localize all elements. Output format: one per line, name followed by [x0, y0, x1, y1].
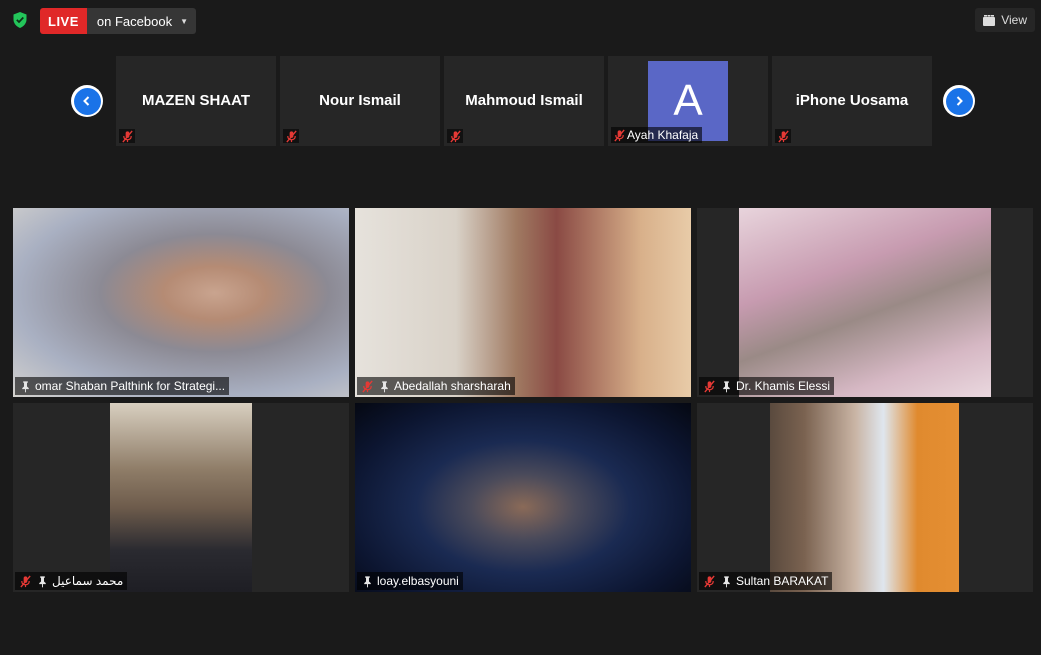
view-grid-icon [983, 14, 996, 26]
muted-mic-icon [119, 129, 135, 143]
participant-name-label: Dr. Khamis Elessi [699, 377, 835, 395]
muted-mic-icon [360, 379, 374, 393]
participant-tile[interactable]: MAZEN SHAAT [116, 56, 276, 146]
video-tile[interactable]: محمد سماعيل [13, 403, 349, 592]
pin-icon [719, 574, 733, 588]
pin-icon [35, 574, 49, 588]
top-bar: LIVE on Facebook ▼ View [0, 0, 1041, 42]
muted-mic-icon [283, 129, 299, 143]
previous-page-button[interactable] [71, 85, 103, 117]
participant-name-label: محمد سماعيل [15, 572, 128, 590]
video-tile[interactable]: Sultan BARAKAT [697, 403, 1033, 592]
muted-mic-icon [702, 379, 716, 393]
participant-name-label: Abedallah sharsharah [357, 377, 515, 395]
participant-name: Abedallah sharsharah [394, 379, 511, 393]
view-label: View [1001, 13, 1027, 27]
pin-icon [377, 379, 391, 393]
chevron-left-icon [83, 96, 90, 106]
participant-tile[interactable]: Mahmoud Ismail [444, 56, 604, 146]
participant-name: Nour Ismail [319, 92, 401, 109]
participant-name-label: Ayah Khafaja [611, 127, 703, 143]
participant-name: Mahmoud Ismail [465, 92, 583, 109]
muted-mic-icon [18, 574, 32, 588]
participant-video [770, 403, 959, 592]
participant-tile[interactable]: iPhone Uosama [772, 56, 932, 146]
participant-name-label: loay.elbasyouni [357, 572, 463, 590]
participant-video [355, 208, 691, 397]
participant-strip: MAZEN SHAAT Nour Ismail Mahmoud Ismail A… [116, 56, 932, 146]
live-destination-dropdown[interactable]: on Facebook ▼ [86, 8, 196, 34]
live-destination-label: on Facebook [96, 13, 173, 29]
dropdown-caret-icon: ▼ [180, 16, 188, 26]
muted-mic-icon [611, 128, 627, 142]
participant-name: Dr. Khamis Elessi [736, 379, 831, 393]
participant-name: Sultan BARAKAT [736, 574, 829, 588]
participant-tile[interactable]: Nour Ismail [280, 56, 440, 146]
next-page-button[interactable] [943, 85, 975, 117]
pin-icon [360, 574, 374, 588]
chevron-right-icon [956, 96, 963, 106]
participant-name: omar Shaban Palthink for Strategi... [35, 379, 226, 393]
participant-video [739, 208, 991, 397]
live-badge[interactable]: LIVE [40, 8, 87, 34]
participant-name-label: Sultan BARAKAT [699, 572, 833, 590]
participant-name: iPhone Uosama [795, 92, 909, 109]
video-tile[interactable]: loay.elbasyouni [355, 403, 691, 592]
view-button[interactable]: View [975, 8, 1035, 32]
muted-mic-icon [775, 129, 791, 143]
video-tile[interactable]: omar Shaban Palthink for Strategi... [13, 208, 349, 397]
participant-name: Ayah Khafaja [627, 128, 699, 142]
participant-video [355, 403, 691, 592]
participant-video [110, 403, 252, 592]
participant-video [13, 208, 349, 397]
security-shield-icon[interactable] [10, 10, 30, 30]
live-stream-control[interactable]: LIVE on Facebook ▼ [40, 8, 196, 34]
participant-tile[interactable]: A Ayah Khafaja [608, 56, 768, 146]
pin-icon [719, 379, 733, 393]
muted-mic-icon [702, 574, 716, 588]
pin-icon [18, 379, 32, 393]
participant-name: MAZEN SHAAT [141, 92, 251, 109]
participant-name: محمد سماعيل [52, 574, 124, 588]
video-tile[interactable]: Dr. Khamis Elessi [697, 208, 1033, 397]
participant-name: loay.elbasyouni [377, 574, 459, 588]
participant-name-label: omar Shaban Palthink for Strategi... [15, 377, 230, 395]
video-tile[interactable]: Abedallah sharsharah [355, 208, 691, 397]
muted-mic-icon [447, 129, 463, 143]
